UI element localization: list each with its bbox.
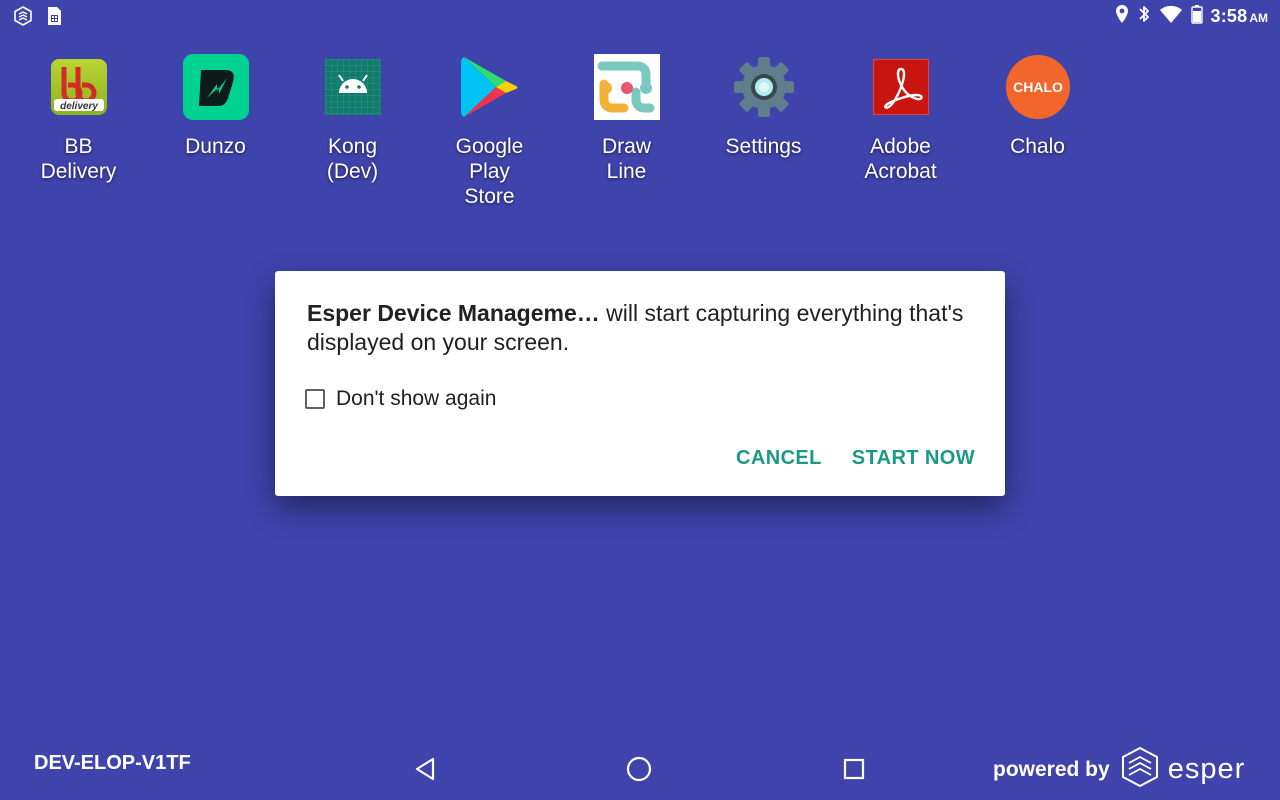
app-label: Chalo [1010,135,1065,158]
esper-logo-icon [12,5,34,32]
recents-icon[interactable] [839,754,869,784]
dialog-message: Esper Device Manageme… will start captur… [307,299,967,357]
powered-by-esper: powered by esper [993,746,1245,793]
wifi-icon [1159,4,1183,29]
app-bb-delivery[interactable]: delivery BB Delivery [10,53,147,184]
home-icon[interactable] [624,754,654,784]
clock-ampm: AM [1249,11,1268,25]
app-kong-dev[interactable]: Kong (Dev) [284,53,421,184]
android-icon [319,53,387,121]
app-dunzo[interactable]: Dunzo [147,53,284,159]
chalo-logo-text: CHALO [1013,79,1063,95]
screen-capture-dialog: Esper Device Manageme… will start captur… [275,271,1005,496]
adobe-acrobat-icon [867,53,935,121]
clock: 3:58 AM [1211,6,1269,27]
app-draw-line[interactable]: Draw Line [558,53,695,184]
bottom-bar: DEV-ELOP-V1TF powered by esper [0,740,1280,800]
dialog-actions: CANCEL START NOW [736,447,975,470]
app-label: Kong (Dev) [326,135,379,183]
draw-line-icon [593,53,661,121]
app-label: Settings [725,135,802,158]
app-label: Draw Line [601,135,651,183]
esper-brand: esper [1167,753,1246,785]
bluetooth-icon [1137,4,1151,29]
location-icon [1115,4,1129,29]
chalo-icon: CHALO [1004,53,1072,121]
settings-gear-icon [730,53,798,121]
battery-icon [1190,4,1203,29]
bb-logo-text: delivery [60,101,98,112]
device-id: DEV-ELOP-V1TF [34,752,191,774]
app-label: BB Delivery [40,135,117,183]
dialog-app-name: Esper Device Manageme… [307,300,600,326]
back-icon[interactable] [410,754,440,784]
app-settings[interactable]: Settings [695,53,832,159]
app-label: Dunzo [185,135,246,158]
app-label: Adobe Acrobat [864,135,937,183]
checkbox-label: Don't show again [336,387,497,410]
app-google-play-store[interactable]: Google Play Store [421,53,558,209]
play-store-icon [456,53,524,121]
cancel-button[interactable]: CANCEL [736,447,822,470]
dunzo-icon [182,53,250,121]
app-label: Google Play Store [455,135,524,208]
checkbox-box[interactable] [305,389,325,409]
sim-card-icon [46,6,62,31]
app-adobe-acrobat[interactable]: Adobe Acrobat [832,53,969,184]
bb-delivery-icon: delivery [45,53,113,121]
start-now-button[interactable]: START NOW [852,447,975,470]
powered-by-text: powered by [993,757,1110,781]
app-grid: delivery BB Delivery Dunzo Kong (Dev) Go… [10,53,1110,223]
clock-time: 3:58 [1210,6,1248,26]
status-bar: 3:58 AM [0,0,1280,34]
app-chalo[interactable]: CHALO Chalo [969,53,1106,159]
dont-show-again-checkbox[interactable]: Don't show again [305,387,496,411]
esper-logo-icon [1120,746,1160,793]
